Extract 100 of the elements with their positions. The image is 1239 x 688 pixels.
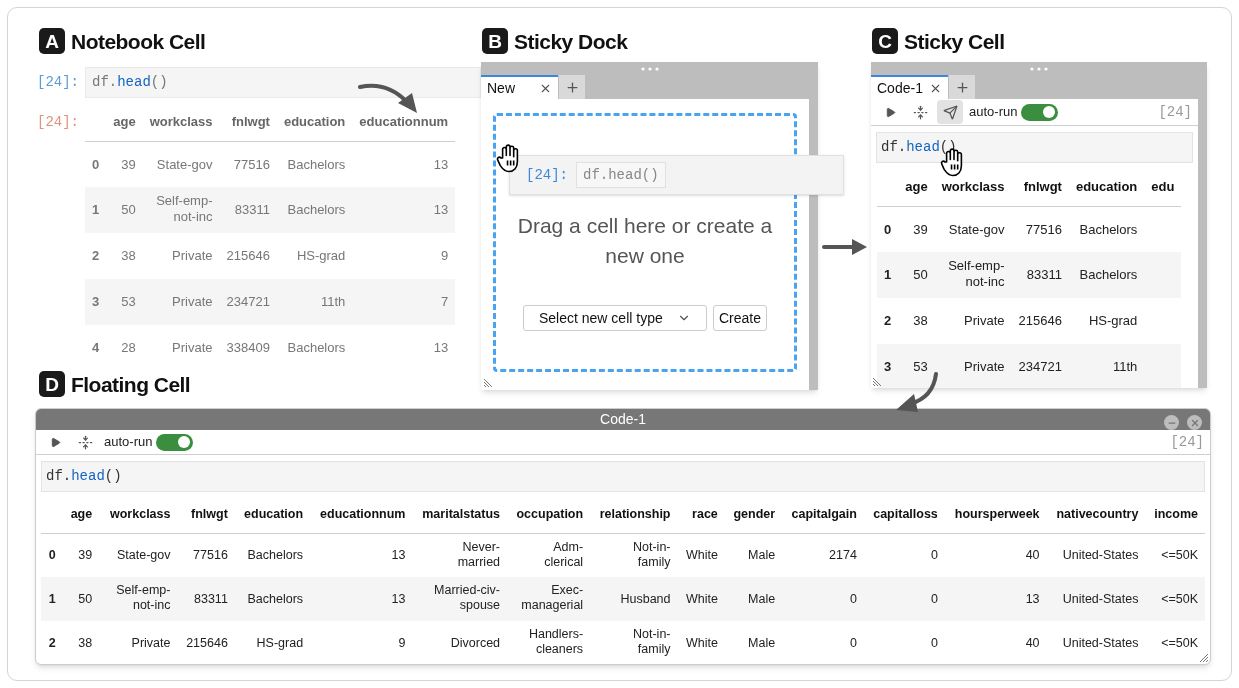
- table-cell: Bachelors: [247, 591, 304, 607]
- table-cell: 13: [433, 340, 449, 356]
- table-cell: <=50K: [1161, 591, 1198, 607]
- send-icon: [942, 104, 958, 120]
- table-cell: State-gov: [156, 156, 213, 173]
- table-cell: 13: [1025, 591, 1040, 607]
- table-cell: Private: [964, 313, 1005, 329]
- column-header: education: [276, 103, 353, 141]
- column-header: maritalstatus: [412, 496, 508, 534]
- table-cell: Bachelors: [287, 202, 346, 218]
- column-header: education: [234, 496, 311, 534]
- send-button[interactable]: [937, 100, 963, 124]
- row-index: 4: [92, 340, 100, 356]
- play-icon: [884, 106, 896, 118]
- curved-arrow: [894, 372, 940, 414]
- column-header: age: [106, 103, 143, 141]
- row-index: 2: [92, 248, 100, 264]
- close-icon: [1189, 417, 1200, 428]
- drop-zone-message: Drag a cell here or create a new one: [516, 213, 774, 269]
- code-editor[interactable]: df.head(): [85, 67, 481, 98]
- tab[interactable]: Code-1: [871, 75, 948, 99]
- column-header: fnlwgt: [219, 103, 277, 141]
- tab[interactable]: New: [481, 75, 558, 99]
- resize-grip-icon[interactable]: [1197, 651, 1209, 663]
- row-index: 2: [48, 635, 56, 651]
- auto-run-toggle[interactable]: [156, 433, 194, 451]
- drag-handle-icon[interactable]: [1030, 66, 1048, 71]
- panel-title: Floating Cell: [71, 373, 191, 395]
- table-cell: HS-grad: [256, 635, 304, 651]
- table-cell: 39: [913, 221, 928, 238]
- code-editor[interactable]: df.head(): [41, 461, 1205, 492]
- panel-letter-badge: D: [39, 371, 65, 397]
- column-header: race: [677, 496, 725, 534]
- column-header: nativecountry: [1046, 496, 1146, 534]
- table-cell: 53: [913, 359, 928, 375]
- table-cell: 0: [849, 591, 857, 607]
- table-cell: Male: [748, 635, 776, 651]
- table-cell: 39: [78, 548, 93, 564]
- table-cell: <=50K: [1161, 635, 1198, 651]
- table-cell-text: Adm-clerical: [543, 539, 584, 570]
- column-header: workclass: [99, 496, 178, 534]
- table-cell: 215646: [186, 635, 228, 651]
- table-cell: 11th: [1112, 359, 1138, 375]
- table-cell: United-States: [1062, 548, 1139, 564]
- column-header: education: [1068, 168, 1145, 206]
- collapse-icon: [912, 104, 928, 120]
- new-tab-button[interactable]: [949, 75, 975, 99]
- table-cell: 50: [913, 267, 928, 283]
- table-cell: 9: [440, 248, 449, 264]
- table-cell: 0: [849, 635, 857, 651]
- table-cell: 38: [913, 313, 928, 329]
- execution-count: [24]: [1170, 432, 1204, 452]
- new-tab-button[interactable]: [559, 75, 585, 99]
- row-index: 1: [92, 202, 100, 218]
- table-cell: 28: [121, 340, 136, 356]
- auto-run-toggle[interactable]: [1021, 103, 1059, 121]
- table-cell: Husband: [620, 591, 671, 607]
- row-index: 0: [884, 221, 892, 238]
- column-header: gender: [724, 496, 783, 534]
- panel-title: Sticky Dock: [514, 30, 628, 52]
- auto-run-label: auto-run: [104, 433, 153, 452]
- cell-type-select[interactable]: Select new cell type: [523, 305, 707, 331]
- row-index: 3: [92, 294, 100, 310]
- right-arrow: [821, 238, 868, 256]
- table-cell-text: Self-emp-not-inc: [115, 583, 171, 614]
- resize-grip-icon[interactable]: [872, 375, 884, 387]
- drag-handle-icon[interactable]: [640, 66, 659, 71]
- table-cell: 0: [930, 548, 938, 564]
- table-cell: 77516: [1025, 221, 1062, 238]
- table-cell: State-gov: [116, 548, 171, 564]
- column-header: hoursperweek: [944, 496, 1047, 534]
- table-cell: 83311: [194, 591, 228, 607]
- play-icon: [49, 436, 61, 448]
- row-index: 1: [884, 267, 892, 283]
- table-cell: 13: [433, 202, 449, 218]
- column-header: capitalloss: [863, 496, 945, 534]
- column-header: edu: [1144, 168, 1182, 206]
- column-header: capitalgain: [782, 496, 864, 534]
- table-cell: 338409: [226, 340, 270, 356]
- table-cell: 234721: [1018, 359, 1062, 375]
- row-index: 2: [884, 313, 892, 329]
- resize-grip-icon[interactable]: [483, 376, 495, 388]
- table-cell-text: Married-civ-spouse: [433, 583, 501, 614]
- column-header: occupation: [507, 496, 591, 534]
- create-button[interactable]: Create: [713, 305, 767, 331]
- input-prompt: [24]:: [526, 165, 568, 185]
- output-prompt: [24]:: [37, 113, 80, 132]
- table-cell: Bachelors: [1079, 221, 1138, 238]
- table-cell: Bachelors: [287, 340, 346, 356]
- table-cell: 50: [121, 202, 136, 218]
- table-cell: 40: [1025, 548, 1040, 564]
- table-cell: HS-grad: [1088, 313, 1138, 329]
- table-cell: Bachelors: [247, 548, 304, 564]
- column-header: age: [898, 168, 935, 206]
- table-cell: 77516: [233, 156, 270, 173]
- table-cell-text: Handlers-cleaners: [527, 627, 584, 658]
- table-cell: Private: [964, 359, 1005, 375]
- table-cell: 39: [121, 156, 136, 173]
- table-cell: 13: [391, 591, 406, 607]
- row-index: 3: [884, 359, 892, 375]
